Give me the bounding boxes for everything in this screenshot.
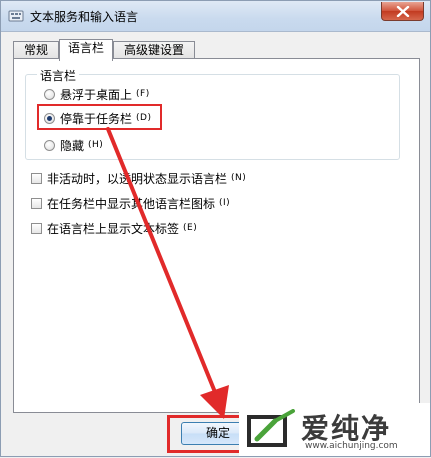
checkbox-shortcut: (E): [183, 223, 198, 233]
checkbox-label: 在任务栏中显示其他语言栏图标: [47, 196, 216, 211]
checkbox[interactable]: [31, 172, 42, 184]
radio-button[interactable]: [44, 139, 55, 151]
close-button[interactable]: [381, 2, 424, 21]
tab-label: 高级键设置: [123, 43, 184, 57]
watermark: 爱纯净 www.aichunjing.com: [239, 403, 430, 456]
dialog-window: 文本服务和输入语言 常规 语言栏 高级键设置 语言栏 悬浮于桌面上 (F) 停靠…: [0, 0, 431, 457]
title-bar[interactable]: 文本服务和输入语言: [1, 1, 430, 32]
group-label: 语言栏: [37, 67, 80, 84]
checkbox-show-text-labels[interactable]: 在语言栏上显示文本标签 (E): [31, 220, 197, 236]
close-icon: [396, 6, 410, 17]
app-icon: [8, 10, 24, 22]
tab-language-bar[interactable]: 语言栏: [59, 39, 113, 61]
highlight-box: [37, 104, 162, 130]
radio-label: 悬浮于桌面上: [60, 87, 133, 102]
radio-float-on-desktop[interactable]: 悬浮于桌面上 (F): [44, 86, 150, 102]
window-title: 文本服务和输入语言: [30, 10, 139, 24]
checkbox[interactable]: [31, 197, 42, 209]
checkbox-label: 在语言栏上显示文本标签: [47, 221, 180, 236]
checkbox[interactable]: [31, 222, 42, 234]
tab-advanced-key-settings[interactable]: 高级键设置: [113, 41, 195, 59]
radio-hidden[interactable]: 隐藏 (H): [44, 137, 103, 153]
checkbox-transparent-when-inactive[interactable]: 非活动时，以透明状态显示语言栏 (N): [31, 170, 246, 186]
checkbox-shortcut: (N): [231, 173, 247, 183]
checkbox-label: 非活动时，以透明状态显示语言栏: [47, 171, 228, 186]
checkbox-show-extra-icons[interactable]: 在任务栏中显示其他语言栏图标 (I): [31, 195, 230, 211]
watermark-logo-icon: [247, 409, 295, 447]
tab-general[interactable]: 常规: [13, 41, 59, 59]
radio-shortcut: (H): [88, 140, 104, 150]
radio-button[interactable]: [44, 88, 55, 100]
tab-label: 常规: [23, 43, 48, 57]
tab-label: 语言栏: [67, 41, 104, 55]
ok-highlight-box: [167, 415, 242, 453]
radio-label: 隐藏: [60, 138, 85, 153]
checkbox-shortcut: (I): [219, 198, 231, 208]
radio-shortcut: (F): [136, 89, 150, 99]
watermark-url: www.aichunjing.com: [305, 441, 398, 451]
